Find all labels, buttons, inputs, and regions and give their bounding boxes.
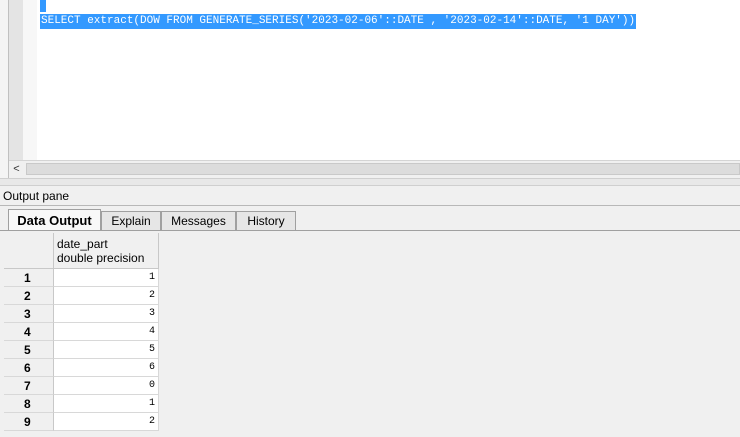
- tab-messages[interactable]: Messages: [161, 211, 236, 230]
- output-tabs: Data Output Explain Messages History: [0, 207, 740, 231]
- row-number[interactable]: 3: [4, 305, 54, 323]
- table-row[interactable]: 6 6: [4, 359, 159, 377]
- column-header-date-part[interactable]: date_part double precision: [54, 233, 159, 269]
- tab-explain[interactable]: Explain: [101, 211, 161, 230]
- table-row[interactable]: 8 1: [4, 395, 159, 413]
- table-cell[interactable]: 5: [54, 341, 159, 359]
- table-cell[interactable]: 0: [54, 377, 159, 395]
- table-row[interactable]: 5 5: [4, 341, 159, 359]
- sql-query-text[interactable]: SELECT extract(DOW FROM GENERATE_SERIES(…: [40, 14, 637, 29]
- table-cell[interactable]: 2: [54, 413, 159, 431]
- sql-editor[interactable]: SELECT extract(DOW FROM GENERATE_SERIES(…: [0, 0, 740, 160]
- output-pane-title: Output pane: [0, 186, 740, 206]
- table-row[interactable]: 2 2: [4, 287, 159, 305]
- table-row[interactable]: 1 1: [4, 269, 159, 287]
- table-cell[interactable]: 3: [54, 305, 159, 323]
- row-number[interactable]: 1: [4, 269, 54, 287]
- table-row[interactable]: 9 2: [4, 413, 159, 431]
- table-row[interactable]: 3 3: [4, 305, 159, 323]
- row-number[interactable]: 9: [4, 413, 54, 431]
- scroll-left-arrow-icon[interactable]: <: [9, 161, 24, 178]
- tab-history[interactable]: History: [236, 211, 296, 230]
- table-row[interactable]: 7 0: [4, 377, 159, 395]
- selection-highlight: [40, 0, 46, 12]
- editor-fold-margin: [23, 0, 37, 160]
- table-cell[interactable]: 4: [54, 323, 159, 341]
- tab-divider: [0, 230, 740, 231]
- editor-horizontal-scrollbar[interactable]: <: [9, 160, 740, 178]
- tab-data-output[interactable]: Data Output: [8, 209, 101, 231]
- row-number[interactable]: 6: [4, 359, 54, 377]
- row-number[interactable]: 7: [4, 377, 54, 395]
- table-cell[interactable]: 2: [54, 287, 159, 305]
- column-name: date_part: [57, 237, 108, 251]
- row-number[interactable]: 5: [4, 341, 54, 359]
- column-type: double precision: [57, 251, 145, 265]
- table-cell[interactable]: 1: [54, 395, 159, 413]
- grid-corner-cell[interactable]: [4, 233, 54, 269]
- row-number[interactable]: 8: [4, 395, 54, 413]
- grid-rows: 1 1 2 2 3 3 4 4 5 5 6 6 7 0 8 1 9 2: [4, 269, 159, 431]
- row-number[interactable]: 2: [4, 287, 54, 305]
- row-number[interactable]: 4: [4, 323, 54, 341]
- pane-splitter[interactable]: [0, 178, 740, 186]
- table-cell[interactable]: 6: [54, 359, 159, 377]
- scrollbar-thumb[interactable]: [26, 163, 740, 175]
- editor-left-border-bottom: [0, 160, 9, 178]
- editor-left-border: [0, 0, 9, 160]
- table-cell[interactable]: 1: [54, 269, 159, 287]
- table-row[interactable]: 4 4: [4, 323, 159, 341]
- editor-line-gutter: [9, 0, 23, 160]
